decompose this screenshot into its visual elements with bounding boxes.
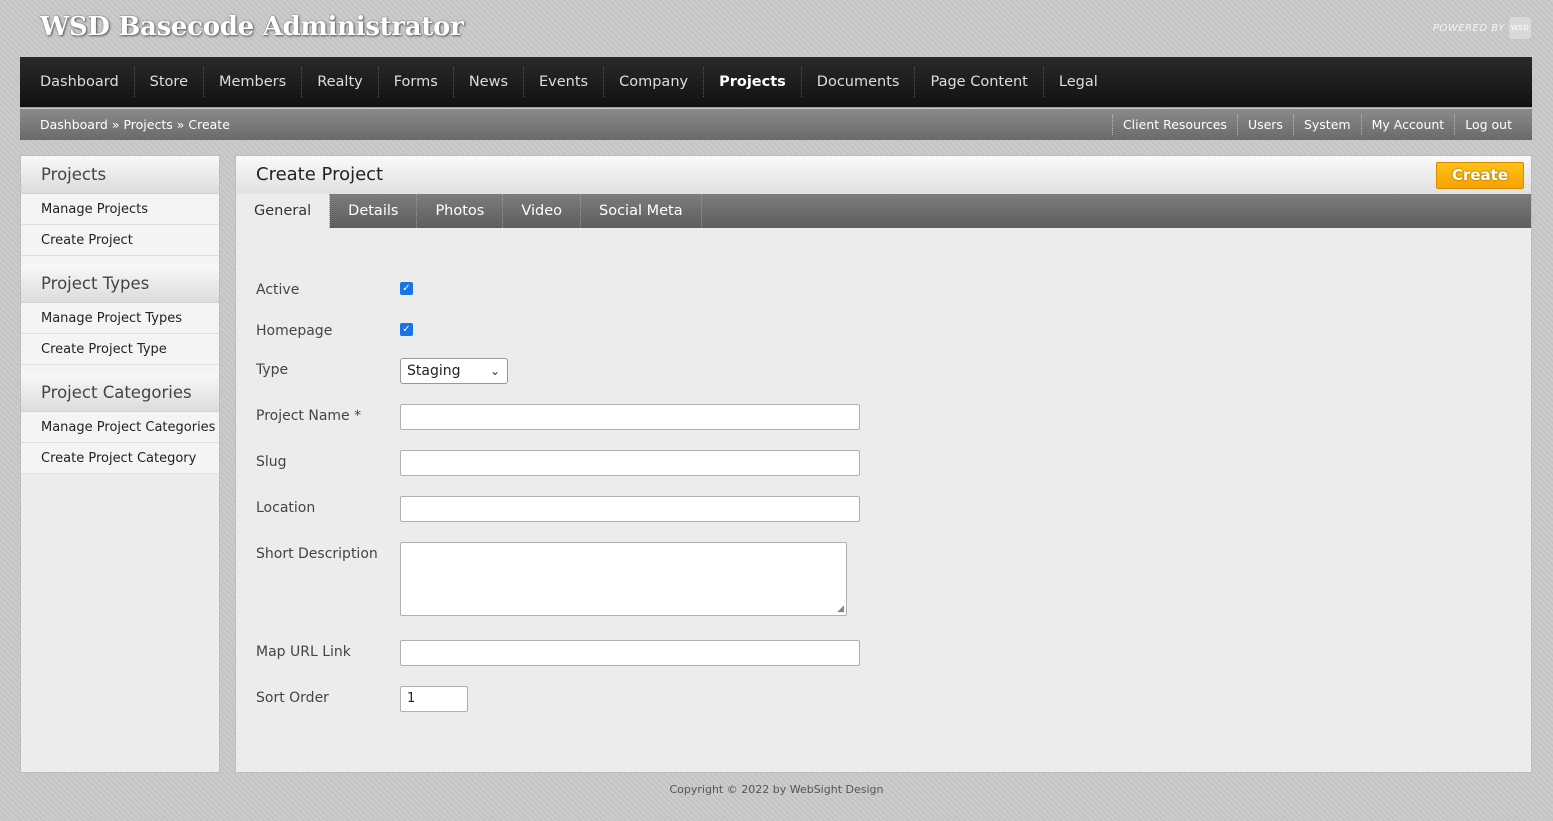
tab-video[interactable]: Video	[503, 194, 581, 228]
footer-copyright: Copyright © 2022 by WebSight Design	[669, 783, 884, 796]
type-select-value: Staging	[407, 363, 461, 379]
nav-item-projects[interactable]: Projects	[703, 67, 801, 97]
main-header: Create Project Create	[236, 156, 1531, 194]
link-my-account[interactable]: My Account	[1360, 114, 1455, 135]
nav-item-page-content[interactable]: Page Content	[914, 67, 1042, 97]
wsd-logo-icon: WSD	[1509, 17, 1531, 39]
nav-item-company[interactable]: Company	[603, 67, 703, 97]
app-title: WSD Basecode Administrator	[40, 12, 464, 42]
active-label: Active	[256, 282, 300, 298]
utility-links: Client Resources Users System My Account…	[1111, 114, 1512, 135]
powered-by-label: POWERED BY	[1432, 22, 1505, 34]
project-name-label: Project Name *	[256, 408, 362, 424]
map-url-label: Map URL Link	[256, 644, 351, 660]
tab-photos[interactable]: Photos	[417, 194, 504, 228]
page-title: Create Project	[256, 164, 384, 185]
type-label: Type	[256, 362, 289, 378]
sidebar-spacer	[21, 256, 219, 265]
resize-grip-icon[interactable]: ◢	[837, 604, 844, 614]
nav-item-store[interactable]: Store	[133, 67, 203, 97]
nav-item-dashboard[interactable]: Dashboard	[25, 67, 134, 97]
breadcrumb-separator: »	[176, 117, 185, 132]
breadcrumb-dashboard[interactable]: Dashboard	[40, 117, 108, 132]
sub-navigation: Dashboard » Projects » Create Client Res…	[20, 109, 1532, 140]
homepage-label: Homepage	[256, 323, 333, 339]
breadcrumb-create: Create	[188, 117, 230, 132]
type-select[interactable]: Staging ⌄	[400, 358, 508, 384]
sidebar-item-create-project-category[interactable]: Create Project Category	[21, 443, 219, 474]
nav-item-news[interactable]: News	[452, 67, 523, 97]
sidebar-item-manage-project-categories[interactable]: Manage Project Categories	[21, 412, 219, 443]
sidebar-heading-project-categories: Project Categories	[21, 374, 219, 412]
nav-item-members[interactable]: Members	[203, 67, 301, 97]
location-label: Location	[256, 500, 316, 516]
homepage-checkbox[interactable]: ✓	[400, 323, 413, 336]
nav-item-events[interactable]: Events	[523, 67, 603, 97]
sidebar-spacer	[21, 365, 219, 374]
link-client-resources[interactable]: Client Resources	[1111, 114, 1237, 135]
tab-details[interactable]: Details	[330, 194, 418, 228]
slug-input[interactable]	[400, 450, 860, 476]
link-log-out[interactable]: Log out	[1454, 114, 1512, 135]
sidebar-item-manage-project-types[interactable]: Manage Project Types	[21, 303, 219, 334]
nav-item-realty[interactable]: Realty	[301, 67, 378, 97]
tab-bar: General Details Photos Video Social Meta	[236, 194, 1531, 228]
sidebar: Projects Manage Projects Create Project …	[20, 155, 220, 773]
link-users[interactable]: Users	[1236, 114, 1293, 135]
short-description-label: Short Description	[256, 546, 378, 562]
sort-order-input[interactable]: 1	[400, 686, 468, 712]
powered-by: POWERED BY WSD	[1433, 17, 1531, 39]
breadcrumb: Dashboard » Projects » Create	[40, 117, 230, 132]
main-panel: Create Project Create General Details Ph…	[235, 155, 1532, 773]
sidebar-heading-project-types: Project Types	[21, 265, 219, 303]
nav-item-documents[interactable]: Documents	[800, 67, 915, 97]
link-system[interactable]: System	[1292, 114, 1361, 135]
short-description-textarea[interactable]: ◢	[400, 542, 847, 616]
breadcrumb-projects[interactable]: Projects	[123, 117, 172, 132]
top-navigation: Dashboard Store Members Realty Forms New…	[20, 57, 1532, 108]
tab-general[interactable]: General	[236, 194, 331, 228]
sidebar-item-create-project-type[interactable]: Create Project Type	[21, 334, 219, 365]
sort-order-label: Sort Order	[256, 690, 329, 706]
active-checkbox[interactable]: ✓	[400, 282, 413, 295]
sidebar-heading-projects: Projects	[21, 156, 219, 194]
project-name-input[interactable]	[400, 404, 860, 430]
map-url-input[interactable]	[400, 640, 860, 666]
nav-item-forms[interactable]: Forms	[377, 67, 453, 97]
location-input[interactable]	[400, 496, 860, 522]
sidebar-item-manage-projects[interactable]: Manage Projects	[21, 194, 219, 225]
slug-label: Slug	[256, 454, 287, 470]
nav-item-legal[interactable]: Legal	[1042, 67, 1113, 97]
sidebar-item-create-project[interactable]: Create Project	[21, 225, 219, 256]
chevron-down-icon: ⌄	[489, 364, 500, 378]
breadcrumb-separator: »	[111, 117, 120, 132]
create-button[interactable]: Create	[1436, 162, 1524, 189]
tab-social-meta[interactable]: Social Meta	[581, 194, 702, 228]
